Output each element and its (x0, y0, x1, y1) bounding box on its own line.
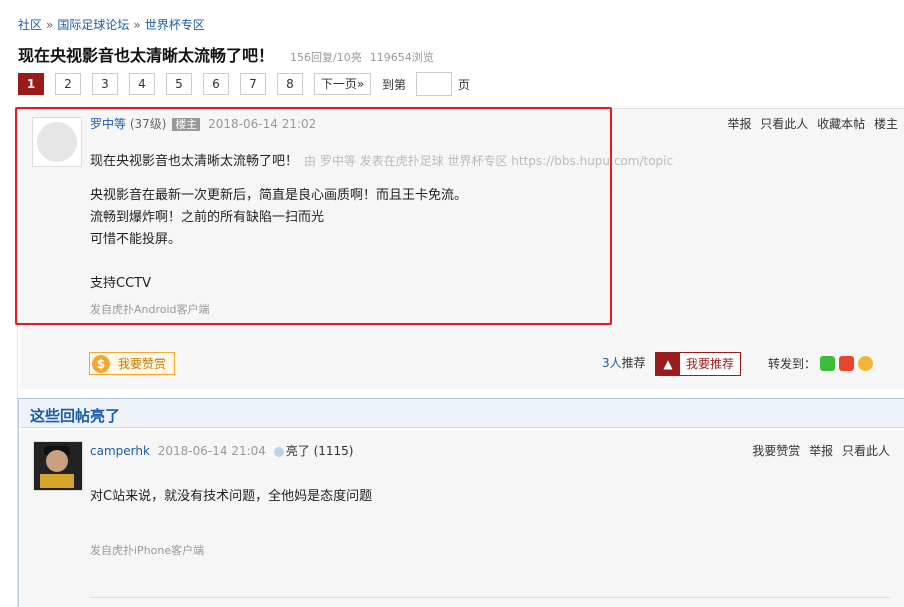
page-6[interactable]: 6 (203, 73, 229, 95)
author-level: (37级) (129, 117, 167, 131)
lightbulb-icon[interactable] (273, 446, 284, 457)
breadcrumb-worldcup[interactable]: 世界杯专区 (145, 18, 205, 32)
post-line: 央视影音在最新一次更新后，简直是良心画质啊！而且王卡免流。 (90, 188, 468, 203)
reply-date: 2018-06-14 21:04 (157, 444, 266, 458)
share-label: 转发到： (768, 357, 817, 371)
post-body: 央视影音在最新一次更新后，简直是良心画质啊！而且王卡免流。 流畅到爆炸啊！之前的… (90, 185, 890, 295)
thumbs-up-icon: ▲ (656, 353, 680, 375)
breadcrumb-sep: » (133, 18, 141, 32)
breadcrumb-intl-football[interactable]: 国际足球论坛 (57, 18, 129, 32)
post-line: 可惜不能投屏。 (90, 232, 182, 247)
reply-tip-link[interactable]: 我要赞赏 (752, 444, 800, 458)
post-source: 发自虎扑Android客户端 (90, 303, 210, 316)
reply-light-count: (1115) (313, 444, 354, 458)
owner-badge: 楼主 (172, 118, 201, 131)
qzone-icon[interactable] (858, 356, 874, 371)
post-via: 由 罗中等 发表在虎扑足球 世界杯专区 https://bbs.hupu.com… (304, 154, 674, 168)
light-count: /10亮 (333, 51, 362, 64)
recommend-count: 3人推荐 (602, 354, 646, 371)
page-4[interactable]: 4 (129, 73, 155, 95)
weibo-icon[interactable] (839, 356, 855, 371)
hot-replies-header (20, 399, 904, 428)
coin-icon: $ (92, 354, 110, 373)
page-2[interactable]: 2 (55, 73, 81, 95)
post-line: 流畅到爆炸啊！之前的所有缺陷一扫而光 (90, 210, 325, 225)
goto-suffix: 页 (458, 77, 471, 92)
goto-page-input[interactable] (416, 72, 453, 96)
reply-content: 对C站来说，就没有技术问题，全他妈是态度问题 (90, 489, 373, 504)
thread-stats: 156回复/10亮 119654浏览 (290, 49, 442, 65)
breadcrumb: 社区» 国际足球论坛» 世界杯专区 (18, 16, 205, 33)
post-actions: 举报 只看此人 收藏本帖 楼主 (722, 115, 898, 132)
post-line: 支持CCTV (90, 276, 151, 291)
light-text[interactable]: 亮了 (286, 444, 310, 458)
breadcrumb-community[interactable]: 社区 (18, 18, 42, 32)
breadcrumb-sep: » (46, 18, 54, 32)
reply-actions: 我要赞赏 举报 只看此人 (747, 442, 890, 459)
recommend-button-label: 我要推荐 (680, 353, 741, 375)
avatar[interactable] (33, 441, 83, 491)
pagination: 1 2 3 4 5 6 7 8 下一页» 到第 页 (18, 72, 470, 96)
tip-button-label: 我要赞赏 (118, 357, 167, 371)
goto-label: 到第 (382, 77, 407, 92)
report-link[interactable]: 举报 (727, 117, 751, 131)
reply-count: 156回复 (290, 51, 334, 64)
author-link[interactable]: 罗中等 (90, 117, 126, 131)
avatar-shirt (40, 474, 74, 488)
floor-label: 楼主 (873, 117, 898, 131)
post-headline-text: 现在央视影音也太清晰太流畅了吧！ (90, 154, 299, 169)
avatar[interactable] (32, 117, 82, 167)
only-this-user-link[interactable]: 只看此人 (760, 117, 808, 131)
post-content: 现在央视影音也太清晰太流畅了吧！ 由 罗中等 发表在虎扑足球 世界杯专区 http… (90, 150, 890, 321)
divider (90, 597, 890, 598)
reply-report-link[interactable]: 举报 (809, 444, 833, 458)
thread-title: 现在央视影音也太清晰太流畅了吧！ (18, 46, 275, 65)
next-page-button[interactable]: 下一页» (314, 73, 371, 95)
reply-only-user-link[interactable]: 只看此人 (842, 444, 890, 458)
page-3[interactable]: 3 (92, 73, 118, 95)
reply-source: 发自虎扑iPhone客户端 (90, 544, 205, 557)
recommend-count-num[interactable]: 3人 (602, 356, 622, 370)
view-count: 119654浏览 (369, 51, 434, 64)
bookmark-link[interactable]: 收藏本帖 (817, 117, 865, 131)
post-headline: 现在央视影音也太清晰太流畅了吧！ 由 罗中等 发表在虎扑足球 世界杯专区 http… (90, 150, 890, 173)
hot-replies-title: 这些回帖亮了 (30, 407, 121, 425)
thread-header: 现在央视影音也太清晰太流畅了吧！ 156回复/10亮 119654浏览 (18, 42, 442, 66)
page-1[interactable]: 1 (18, 73, 44, 95)
tip-button[interactable]: $ 我要赞赏 (89, 352, 176, 375)
recommend-button[interactable]: ▲ 我要推荐 (655, 352, 742, 376)
reply-meta: camperhk 2018-06-14 21:04 亮了 (1115) (90, 442, 353, 459)
page-8[interactable]: 8 (277, 73, 303, 95)
wechat-icon[interactable] (820, 356, 836, 371)
page-5[interactable]: 5 (166, 73, 192, 95)
page-7[interactable]: 7 (240, 73, 266, 95)
default-avatar-icon (37, 122, 77, 162)
reply-author-link[interactable]: camperhk (90, 444, 150, 458)
post-meta: 罗中等 (37级) 楼主 2018-06-14 21:02 (90, 115, 316, 132)
post-date: 2018-06-14 21:02 (208, 117, 317, 131)
avatar-face (46, 450, 68, 472)
recommend-count-text: 推荐 (621, 356, 646, 370)
share-bar: 转发到： (768, 355, 874, 372)
post-line-blank (90, 251, 890, 273)
